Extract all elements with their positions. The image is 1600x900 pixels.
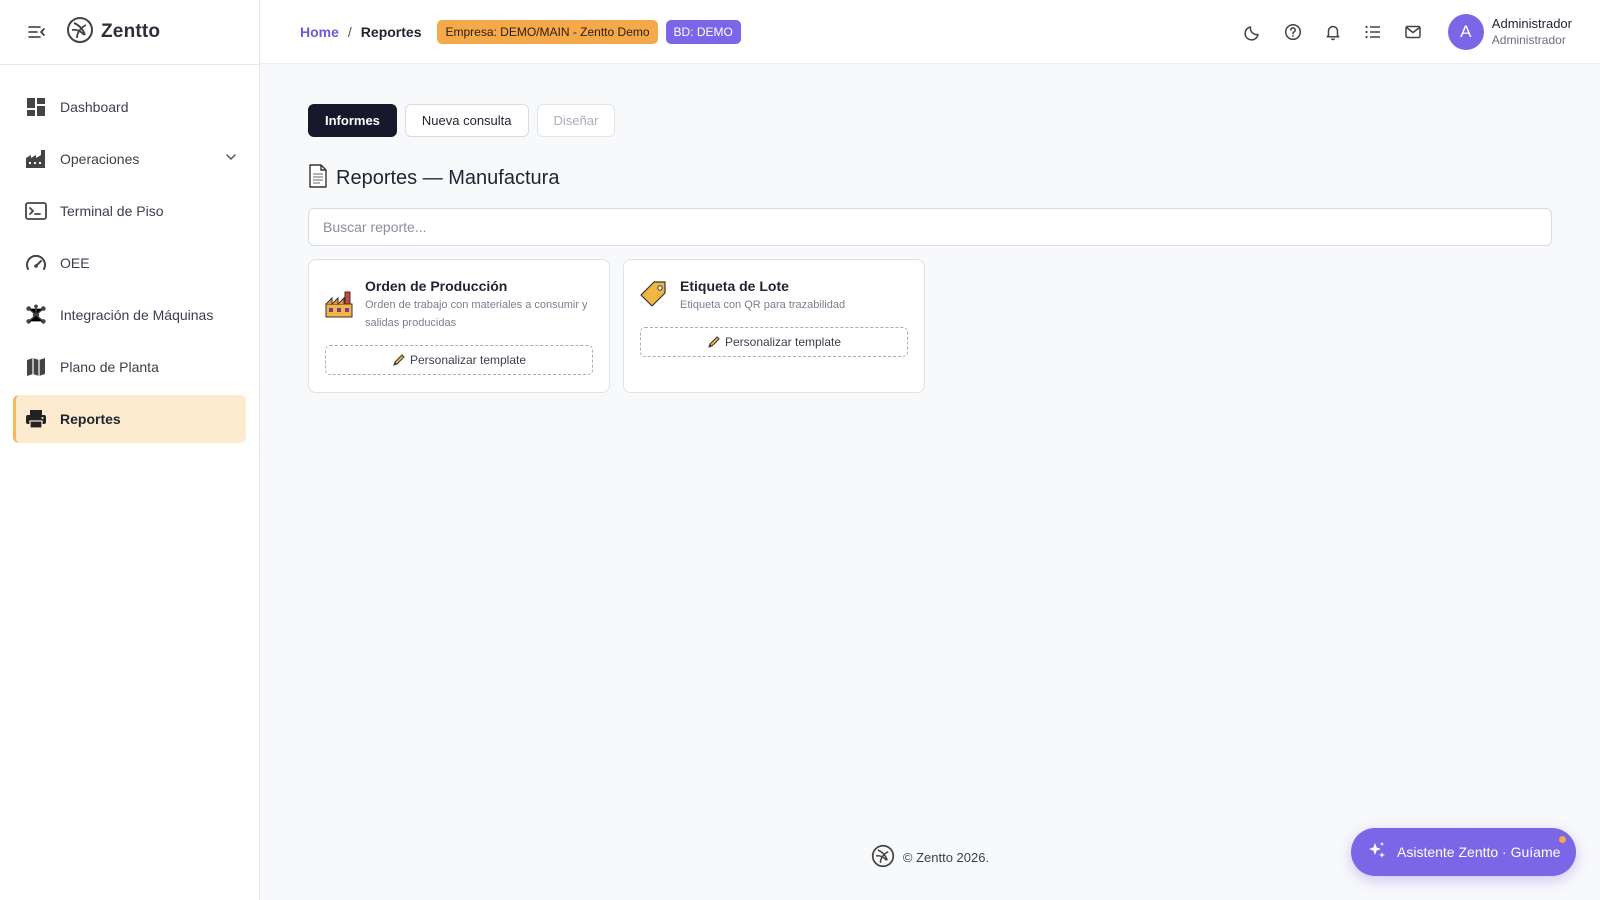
assistant-button[interactable]: Asistente Zentto · Guíame	[1351, 828, 1576, 876]
page-title-text: Reportes — Manufactura	[336, 167, 560, 189]
user-info: Administrador Administrador	[1492, 15, 1572, 49]
sidebar-item-operaciones[interactable]: Operaciones	[13, 135, 246, 183]
personalizar-template-button[interactable]: Personalizar template	[640, 327, 908, 357]
bell-icon[interactable]	[1321, 20, 1345, 44]
chevron-down-icon[interactable]	[224, 150, 238, 169]
map-icon	[25, 356, 47, 378]
zentto-logo-icon	[871, 844, 895, 871]
terminal-icon	[25, 200, 47, 222]
sidebar-item-label: Plano de Planta	[60, 359, 159, 375]
page-title: Reportes — Manufactura	[308, 164, 559, 193]
topbar: Home / Reportes Empresa: DEMO/MAIN - Zen…	[260, 0, 1600, 64]
user-role: Administrador	[1491, 33, 1566, 47]
card-header: Etiqueta de Lote Etiqueta con QR para tr…	[640, 276, 908, 314]
search-input[interactable]	[308, 208, 1552, 246]
sidebar-item-plano-de-planta[interactable]: Plano de Planta	[13, 343, 246, 391]
button-label: Personalizar template	[409, 353, 527, 367]
help-icon[interactable]	[1281, 20, 1305, 44]
card-description: Orden de trabajo con materiales a consum…	[365, 299, 588, 329]
sidebar: Zentto Dashboard Operaciones Terminal de…	[0, 0, 260, 900]
user-menu[interactable]: A Administrador Administrador	[1447, 14, 1572, 50]
breadcrumb-home-link[interactable]: Home	[300, 24, 339, 40]
printer-icon	[25, 408, 47, 430]
sidebar-header: Zentto	[0, 0, 259, 65]
footer-copyright: © Zentto 2026.	[902, 850, 990, 865]
document-icon	[308, 164, 328, 193]
sidebar-item-terminal-de-piso[interactable]: Terminal de Piso	[13, 187, 246, 235]
sidebar-item-label: OEE	[60, 255, 90, 271]
tab-nueva-consulta[interactable]: Nueva consulta	[404, 104, 529, 137]
sidebar-item-oee[interactable]: OEE	[13, 239, 246, 287]
card-text: Etiqueta de Lote Etiqueta con QR para tr…	[680, 276, 845, 314]
personalizar-template-button[interactable]: Personalizar template	[325, 345, 593, 375]
report-tabs: Informes Nueva consulta Diseñar	[308, 104, 623, 137]
factory-icon	[25, 148, 47, 170]
list-icon[interactable]	[1361, 20, 1385, 44]
mail-icon[interactable]	[1401, 20, 1425, 44]
card-title: Etiqueta de Lote	[680, 278, 789, 294]
pencil-icon	[707, 335, 721, 349]
notification-dot	[1559, 836, 1566, 843]
breadcrumb: Home / Reportes Empresa: DEMO/MAIN - Zen…	[300, 19, 741, 44]
report-cards: Orden de Producción Orden de trabajo con…	[308, 259, 938, 393]
moon-icon[interactable]	[1241, 20, 1265, 44]
menu-collapse-icon[interactable]	[26, 21, 48, 43]
app-name: Zentto	[101, 21, 161, 42]
app-logo[interactable]: Zentto	[66, 16, 160, 49]
dashboard-icon	[25, 96, 47, 118]
tag-emoji-icon	[640, 280, 670, 310]
button-label: Personalizar template	[724, 335, 842, 349]
avatar[interactable]: A	[1447, 14, 1484, 50]
sparkle-icon	[1367, 841, 1387, 864]
pencil-icon	[392, 353, 406, 367]
topbar-actions	[1225, 20, 1425, 44]
tab-informes[interactable]: Informes	[308, 104, 397, 137]
gauge-icon	[25, 252, 47, 274]
zentto-logo-icon	[66, 16, 94, 49]
card-description: Etiqueta con QR para trazabilidad	[680, 299, 846, 311]
sidebar-item-label: Dashboard	[60, 99, 129, 115]
card-header: Orden de Producción Orden de trabajo con…	[325, 276, 593, 332]
breadcrumb-current: Reportes	[360, 23, 422, 40]
sidebar-item-label: Terminal de Piso	[60, 203, 164, 219]
sidebar-item-label: Integración de Máquinas	[60, 307, 214, 323]
sidebar-item-label: Reportes	[60, 411, 121, 427]
card-title: Orden de Producción	[365, 278, 508, 294]
database-badge: BD: DEMO	[665, 19, 741, 44]
factory-emoji-icon	[325, 290, 355, 320]
main-content: Informes Nueva consulta Diseñar Reportes…	[260, 64, 1600, 900]
user-name: Administrador	[1491, 16, 1572, 31]
sidebar-item-dashboard[interactable]: Dashboard	[13, 83, 246, 131]
sidebar-item-label: Operaciones	[60, 151, 140, 167]
report-card-orden-de-produccion[interactable]: Orden de Producción Orden de trabajo con…	[308, 259, 610, 393]
sidebar-nav: Dashboard Operaciones Terminal de Piso O…	[0, 65, 259, 443]
network-icon	[25, 304, 47, 326]
assistant-label: Asistente Zentto · Guíame	[1397, 844, 1561, 860]
card-text: Orden de Producción Orden de trabajo con…	[365, 276, 593, 332]
sidebar-item-reportes[interactable]: Reportes	[13, 395, 246, 443]
sidebar-item-integracion-de-maquinas[interactable]: Integración de Máquinas	[13, 291, 246, 339]
company-badge: Empresa: DEMO/MAIN - Zentto Demo	[437, 19, 658, 44]
breadcrumb-separator: /	[347, 23, 352, 40]
tab-disenar: Diseñar	[536, 104, 616, 137]
report-card-etiqueta-de-lote[interactable]: Etiqueta de Lote Etiqueta con QR para tr…	[623, 259, 925, 393]
